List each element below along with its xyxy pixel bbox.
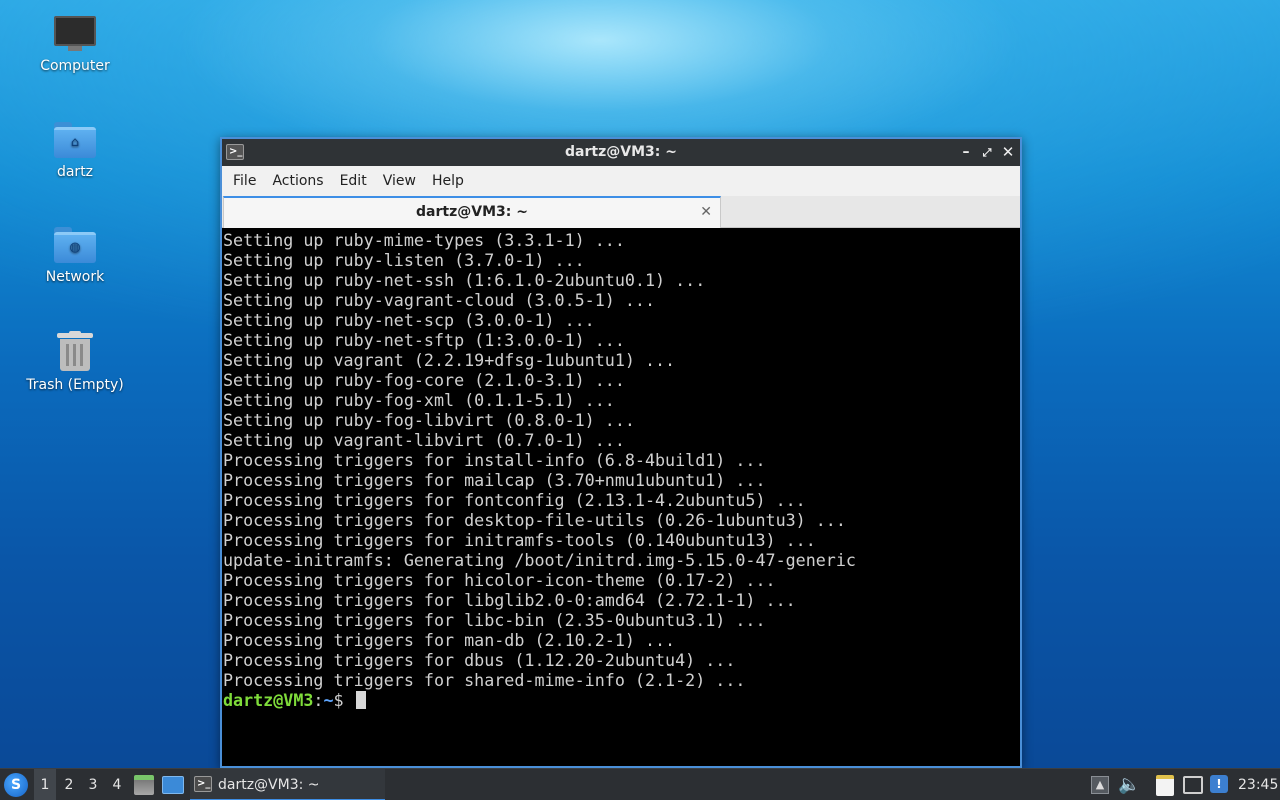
menu-help[interactable]: Help	[424, 166, 472, 196]
terminal-line: Setting up ruby-net-sftp (1:3.0.0-1) ...	[223, 330, 625, 350]
show-desktop-icon[interactable]	[162, 776, 184, 794]
taskbar: S 1 2 3 4 >_ dartz@VM3: ~ ▲ 🔈 ! 23:45	[0, 768, 1280, 800]
terminal-output[interactable]: Setting up ruby-mime-types (3.3.1-1) ...…	[222, 228, 1020, 766]
terminal-line: Processing triggers for fontconfig (2.13…	[223, 490, 806, 510]
maximize-button[interactable]: ⤢	[977, 139, 997, 166]
close-window-button[interactable]: ✕	[998, 139, 1018, 166]
terminal-line: Processing triggers for libc-bin (2.35-0…	[223, 610, 766, 630]
terminal-line: Setting up ruby-mime-types (3.3.1-1) ...	[223, 230, 625, 250]
tab-bar: dartz@VM3: ~ ✕	[222, 196, 1020, 228]
terminal-line: Setting up ruby-vagrant-cloud (3.0.5-1) …	[223, 290, 656, 310]
workspace-1[interactable]: 1	[34, 769, 56, 800]
terminal-line: Processing triggers for libglib2.0-0:amd…	[223, 590, 796, 610]
home-folder-icon: ⌂	[54, 122, 96, 158]
terminal-line: Setting up ruby-fog-xml (0.1.1-5.1) ...	[223, 390, 615, 410]
desktop-icon-label: Network	[45, 269, 105, 285]
terminal-prompt[interactable]: dartz@VM3:~$	[223, 690, 1020, 710]
minimize-button[interactable]: –	[956, 139, 976, 166]
workspace-4[interactable]: 4	[106, 769, 128, 800]
start-menu-icon[interactable]: S	[4, 773, 28, 797]
workspace-3[interactable]: 3	[82, 769, 104, 800]
file-manager-icon[interactable]	[134, 775, 154, 795]
terminal-line: Processing triggers for mailcap (3.70+nm…	[223, 470, 766, 490]
menu-edit[interactable]: Edit	[332, 166, 375, 196]
taskbar-task-terminal[interactable]: >_ dartz@VM3: ~	[190, 769, 385, 800]
prompt-user-host: dartz@VM3	[223, 690, 314, 710]
terminal-line: Processing triggers for hicolor-icon-the…	[223, 570, 776, 590]
menu-view[interactable]: View	[375, 166, 424, 196]
terminal-line: Processing triggers for initramfs-tools …	[223, 530, 816, 550]
network-folder-icon: ◍	[54, 227, 96, 263]
terminal-line: Processing triggers for desktop-file-uti…	[223, 510, 846, 530]
prompt-symbol: $	[333, 690, 354, 710]
trash-icon	[57, 331, 93, 371]
desktop-icon-label: Trash (Empty)	[26, 377, 124, 393]
desktop-icon-label: Computer	[40, 58, 110, 74]
terminal-line: Processing triggers for install-info (6.…	[223, 450, 766, 470]
terminal-line: Setting up ruby-fog-core (2.1.0-3.1) ...	[223, 370, 625, 390]
terminal-window[interactable]: >_ dartz@VM3: ~ – ⤢ ✕ File Actions Edit …	[220, 137, 1022, 768]
terminal-line: Setting up vagrant (2.2.19+dfsg-1ubuntu1…	[223, 350, 676, 370]
tab-close-icon[interactable]: ✕	[700, 198, 712, 226]
desktop-icon-trash[interactable]: Trash (Empty)	[20, 331, 130, 393]
window-title: dartz@VM3: ~	[565, 144, 677, 160]
update-notifier-icon[interactable]: !	[1210, 775, 1228, 793]
terminal-line: Setting up ruby-net-ssh (1:6.1.0-2ubuntu…	[223, 270, 706, 290]
computer-icon	[54, 16, 96, 52]
clipboard-icon[interactable]	[1156, 775, 1174, 796]
desktop-icon-computer[interactable]: Computer	[20, 16, 130, 74]
menu-bar: File Actions Edit View Help	[222, 166, 1020, 196]
terminal-line: Processing triggers for shared-mime-info…	[223, 670, 746, 690]
terminal-line: Processing triggers for man-db (2.10.2-1…	[223, 630, 676, 650]
terminal-task-icon: >_	[194, 776, 212, 792]
window-titlebar[interactable]: >_ dartz@VM3: ~ – ⤢ ✕	[222, 139, 1020, 166]
terminal-line: update-initramfs: Generating /boot/initr…	[223, 550, 856, 570]
terminal-line: Processing triggers for dbus (1.12.20-2u…	[223, 650, 736, 670]
workspace-2[interactable]: 2	[58, 769, 80, 800]
network-icon[interactable]	[1183, 776, 1203, 794]
prompt-separator: :	[313, 690, 324, 710]
eject-icon[interactable]: ▲	[1091, 776, 1109, 794]
terminal-line: Setting up ruby-net-scp (3.0.0-1) ...	[223, 310, 595, 330]
terminal-app-icon[interactable]: >_	[226, 144, 244, 160]
terminal-line: Setting up ruby-listen (3.7.0-1) ...	[223, 250, 585, 270]
tab-terminal[interactable]: dartz@VM3: ~ ✕	[223, 196, 721, 228]
prompt-path: ~	[323, 690, 334, 710]
volume-icon[interactable]: 🔈	[1118, 769, 1140, 800]
terminal-line: Setting up vagrant-libvirt (0.7.0-1) ...	[223, 430, 625, 450]
clock[interactable]: 23:45	[1238, 769, 1278, 800]
tab-label: dartz@VM3: ~	[416, 204, 528, 220]
desktop-icon-network[interactable]: ◍ Network	[20, 227, 130, 285]
menu-actions[interactable]: Actions	[264, 166, 331, 196]
desktop-icon-home[interactable]: ⌂ dartz	[20, 122, 130, 180]
text-cursor	[355, 691, 366, 709]
terminal-line: Setting up ruby-fog-libvirt (0.8.0-1) ..…	[223, 410, 635, 430]
menu-file[interactable]: File	[225, 166, 264, 196]
desktop-icon-label: dartz	[56, 164, 94, 180]
task-label: dartz@VM3: ~	[218, 777, 320, 793]
